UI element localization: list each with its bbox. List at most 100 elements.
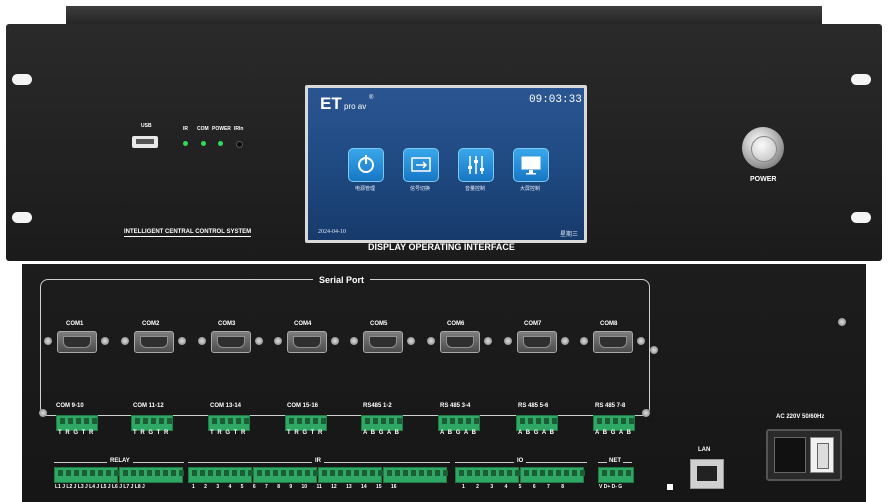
- terminal-slot: [322, 470, 327, 476]
- terminal-slot: [499, 470, 504, 476]
- lan-label: LAN: [698, 447, 711, 453]
- terminal-slot: [629, 418, 634, 424]
- terminal-slot: [60, 418, 65, 424]
- terminal-slot: [179, 470, 184, 476]
- terminal-slot: [524, 470, 529, 476]
- com15-16-terminal[interactable]: [285, 415, 327, 431]
- terminal-slot: [572, 470, 577, 476]
- terminal-slot: [397, 418, 402, 424]
- pin-labels: T R G T R: [133, 430, 170, 436]
- screw: [427, 337, 435, 345]
- com5-label: COM5: [370, 321, 388, 327]
- com3-label: COM3: [218, 321, 236, 327]
- app-label: 电源管理: [354, 186, 375, 192]
- usb-port[interactable]: [132, 136, 158, 148]
- terminal-label: RS485 1-2: [363, 403, 392, 409]
- screw: [255, 337, 263, 345]
- power-icon: [358, 155, 374, 173]
- ir-terminal-4[interactable]: [383, 467, 448, 483]
- terminal-slot: [626, 470, 631, 476]
- com2-port[interactable]: [134, 331, 174, 353]
- terminal-slot: [483, 470, 488, 476]
- rs485-1-2-terminal[interactable]: [361, 415, 403, 431]
- screw: [198, 337, 206, 345]
- led-label-power: POWER: [212, 126, 231, 132]
- terminal-slot: [232, 470, 237, 476]
- terminal-slot: [135, 418, 140, 424]
- screen-weekday: 星期三: [560, 232, 579, 238]
- clock-time: 09:03:33: [529, 94, 582, 106]
- ir-terminal-3[interactable]: [318, 467, 383, 483]
- terminal-slot: [435, 470, 440, 476]
- terminal-label: COM 11-12: [133, 403, 164, 409]
- ir-terminal-2[interactable]: [253, 467, 318, 483]
- terminal-slot: [548, 470, 553, 476]
- rs485-3-4-terminal[interactable]: [438, 415, 480, 431]
- monitor-icon: [521, 156, 541, 175]
- terminal-slot: [200, 470, 205, 476]
- screw: [178, 337, 186, 345]
- app-power-management[interactable]: [348, 148, 384, 182]
- io-terminal-1[interactable]: [455, 467, 520, 483]
- power-button[interactable]: [742, 127, 784, 169]
- com3-port[interactable]: [211, 331, 251, 353]
- terminal-slot: [475, 470, 480, 476]
- terminal-slot: [466, 418, 471, 424]
- app-volume-control[interactable]: [458, 148, 494, 182]
- ir-terminal-1[interactable]: [188, 467, 253, 483]
- terminal-slot: [297, 470, 302, 476]
- terminal-slot: [84, 418, 89, 424]
- net-terminal[interactable]: [598, 467, 634, 483]
- rack-ear-hole: [12, 212, 32, 223]
- terminal-slot: [289, 470, 294, 476]
- app-display-control[interactable]: [513, 148, 549, 182]
- irin-sensor: [236, 141, 243, 148]
- app-signal-switch[interactable]: [403, 148, 439, 182]
- terminal-slot: [66, 470, 71, 476]
- screen-date: 2024-04-10: [318, 229, 346, 235]
- com5-port[interactable]: [363, 331, 403, 353]
- app-label: 信号切换: [409, 186, 430, 192]
- com8-port[interactable]: [593, 331, 633, 353]
- com13-14-terminal[interactable]: [208, 415, 250, 431]
- com7-port[interactable]: [517, 331, 557, 353]
- terminal-slot: [467, 470, 472, 476]
- display-label: DISPLAY OPERATING INTERFACE: [368, 242, 515, 252]
- relay-terminal-1[interactable]: [54, 467, 119, 483]
- iec-power-inlet[interactable]: [774, 437, 806, 473]
- pin-labels: A B G A B: [518, 430, 555, 436]
- rs485-5-6-terminal[interactable]: [516, 415, 558, 431]
- relay-terminal-2[interactable]: [119, 467, 184, 483]
- pin-labels: T R G T R: [287, 430, 324, 436]
- terminal-slot: [564, 470, 569, 476]
- terminal-slot: [556, 470, 561, 476]
- terminal-slot: [76, 418, 81, 424]
- com1-port[interactable]: [57, 331, 97, 353]
- power-rocker-switch[interactable]: [810, 437, 834, 473]
- relay-pin-labels: L1 J L2 J L3 J L4 J L5 J L6 J L7 J L8 J: [55, 484, 145, 490]
- ac-label: AC 220V 50/60Hz: [776, 414, 825, 420]
- terminal-slot: [228, 418, 233, 424]
- io-terminal-2[interactable]: [520, 467, 585, 483]
- lan-port[interactable]: [690, 459, 724, 489]
- terminal-slot: [257, 470, 262, 476]
- terminal-slot: [338, 470, 343, 476]
- power-label: POWER: [750, 176, 777, 183]
- terminal-slot: [171, 470, 176, 476]
- com4-port[interactable]: [287, 331, 327, 353]
- terminal-slot: [597, 418, 602, 424]
- terminal-slot: [212, 418, 217, 424]
- app-label: 大屏控制: [519, 186, 540, 192]
- reset-button[interactable]: [667, 484, 673, 490]
- com9-10-terminal[interactable]: [56, 415, 98, 431]
- com6-port[interactable]: [440, 331, 480, 353]
- terminal-slot: [528, 418, 533, 424]
- touchscreen: ET pro av ® 09:03:33 电源管理 信号切换 音量控制 大屏控制…: [305, 85, 587, 243]
- terminal-slot: [68, 418, 73, 424]
- rs485-7-8-terminal[interactable]: [593, 415, 635, 431]
- com11-12-terminal[interactable]: [131, 415, 173, 431]
- terminal-slot: [362, 470, 367, 476]
- screw: [637, 337, 645, 345]
- terminal-slot: [297, 418, 302, 424]
- terminal-slot: [236, 418, 241, 424]
